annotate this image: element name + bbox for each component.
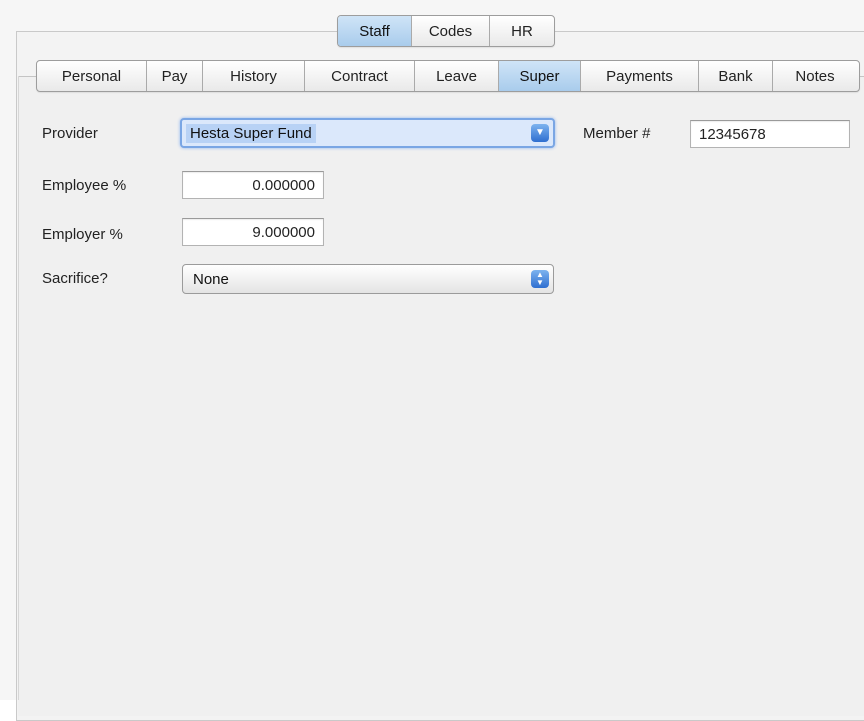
tab-pay[interactable]: Pay [147,61,203,91]
up-down-arrows-icon[interactable]: ▲ ▼ [531,270,549,288]
tab-super-label: Super [519,67,560,85]
tab-staff-label: Staff [359,22,390,40]
employee-percent-field[interactable]: 0.000000 [182,171,324,199]
member-number-field[interactable]: 12345678 [690,120,850,148]
tab-payments[interactable]: Payments [581,61,699,91]
sub-tab-bar: Personal Pay History Contract Leave Supe… [36,60,860,92]
tab-history-label: History [230,67,277,85]
tab-codes-label: Codes [428,22,473,40]
tab-super[interactable]: Super [499,61,581,91]
tab-pay-label: Pay [161,67,188,85]
super-panel [18,76,864,716]
tab-staff[interactable]: Staff [338,16,412,46]
employer-percent-value: 9.000000 [252,223,315,241]
top-tab-bar: Staff Codes HR [337,15,555,47]
tab-payments-label: Payments [606,67,673,85]
provider-label: Provider [42,125,98,142]
tab-personal-label: Personal [61,67,122,85]
panel-left-edge [18,76,19,700]
sacrifice-popup[interactable]: None ▲ ▼ [182,264,554,294]
provider-combobox[interactable]: Hesta Super Fund ▼ [180,118,555,148]
tab-personal[interactable]: Personal [37,61,147,91]
tab-contract-label: Contract [331,67,388,85]
employee-percent-label: Employee % [42,177,127,194]
sacrifice-value: None [193,270,229,288]
sacrifice-label: Sacrifice? [42,270,108,287]
member-label: Member # [583,125,651,142]
tab-contract[interactable]: Contract [305,61,415,91]
tab-bank[interactable]: Bank [699,61,773,91]
employee-percent-value: 0.000000 [252,176,315,194]
tab-history[interactable]: History [203,61,305,91]
tab-leave-label: Leave [436,67,477,85]
tab-notes-label: Notes [795,67,835,85]
tab-bank-label: Bank [718,67,753,85]
tab-codes[interactable]: Codes [412,16,490,46]
tab-leave[interactable]: Leave [415,61,499,91]
chevron-down-icon[interactable]: ▼ [531,124,549,142]
employer-percent-field[interactable]: 9.000000 [182,218,324,246]
tab-hr[interactable]: HR [490,16,554,46]
tab-notes[interactable]: Notes [773,61,857,91]
staff-window: Staff Codes HR Personal Pay History Cont… [0,0,864,721]
employer-percent-label: Employer % [42,226,123,243]
tab-hr-label: HR [511,22,533,40]
provider-value: Hesta Super Fund [186,123,316,143]
member-number-value: 12345678 [699,125,766,143]
